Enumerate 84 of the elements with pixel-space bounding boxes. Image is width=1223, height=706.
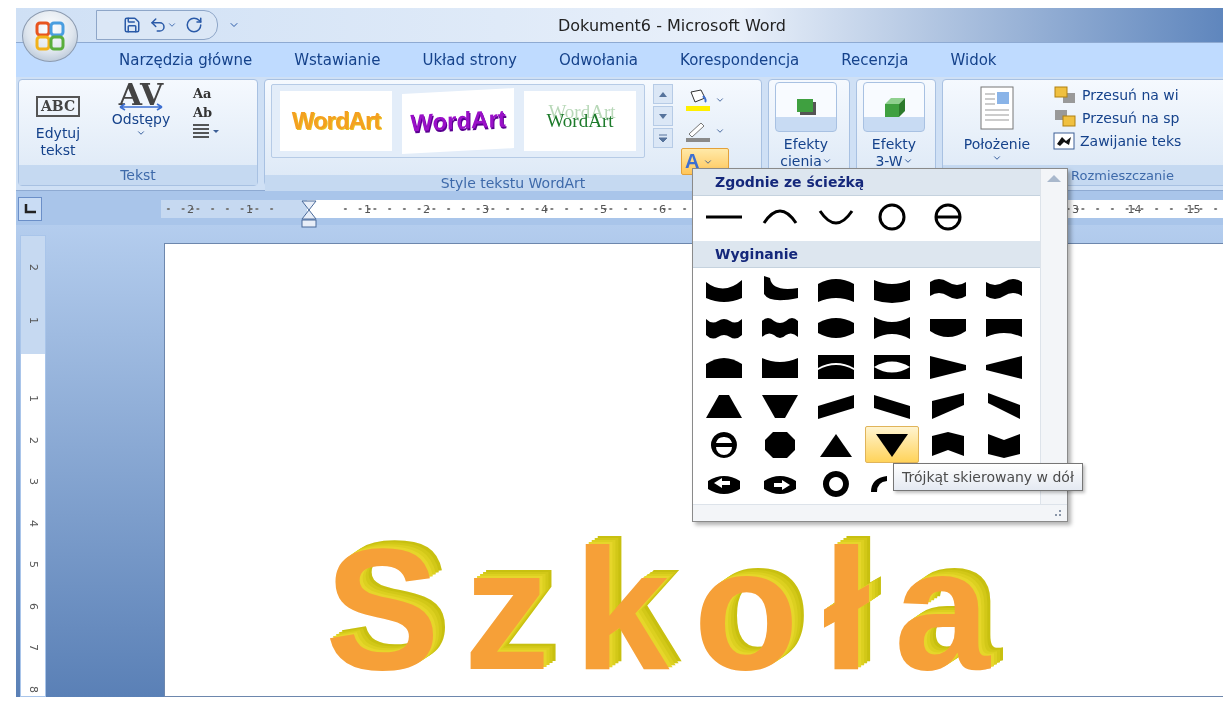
undo-icon	[149, 16, 167, 34]
ruler-number: 1	[362, 202, 373, 216]
ruler-number: 15	[1184, 202, 1203, 216]
ribbon-tab[interactable]: Odwołania	[537, 46, 660, 74]
tab-stop-icon	[24, 204, 36, 214]
caret-icon	[167, 20, 177, 30]
spacing-button[interactable]: AV Odstępy	[99, 84, 183, 140]
edit-text-button[interactable]: ABC Edytuj tekst	[25, 84, 91, 161]
ruler-number: 3	[480, 202, 491, 216]
text-shape-icon	[818, 208, 854, 225]
ruler-number: 8	[26, 685, 40, 693]
resize-grip-icon[interactable]	[1053, 509, 1061, 517]
caret-icon	[992, 153, 1002, 163]
save-icon	[123, 16, 141, 34]
caret-icon	[902, 156, 913, 166]
wordart-style[interactable]: WordArt	[524, 91, 636, 151]
position-button[interactable]: Położenie	[949, 84, 1045, 165]
window-title: Dokument6 - Microsoft Word	[558, 15, 786, 35]
ruler-number: 7	[26, 644, 40, 652]
ruler-number: 2	[185, 202, 196, 216]
edit-text-icon: ABC	[35, 96, 81, 117]
ruler-number: 1	[244, 202, 255, 216]
caret-icon	[136, 128, 146, 138]
wordart-text: Szkoła	[325, 526, 1014, 683]
ribbon-tab[interactable]: Narzędzia główne	[98, 46, 274, 74]
scroll-down-button[interactable]	[653, 106, 673, 126]
ribbon-tab[interactable]: Wstawianie	[273, 46, 402, 74]
align-icon	[193, 124, 221, 138]
ruler-number: 2	[26, 263, 40, 271]
more-button[interactable]	[653, 128, 673, 148]
double-arrow-icon	[119, 103, 163, 111]
ruler-number: 1	[26, 395, 40, 403]
paint-bucket-icon	[685, 88, 711, 112]
send-backward-icon	[1053, 109, 1077, 127]
ribbon-tab[interactable]: Widok	[929, 46, 1018, 74]
group-label: Tekst	[19, 165, 257, 185]
arrange-button[interactable]: Przesuń na sp	[1053, 109, 1182, 127]
office-logo-icon	[35, 21, 65, 51]
ruler-number: 14	[1125, 202, 1144, 216]
caret-icon	[715, 126, 725, 136]
arrange-button[interactable]: Zawijanie teks	[1053, 132, 1182, 150]
ribbon-tab[interactable]: Recenzja	[820, 46, 930, 74]
text-shape-icon	[706, 214, 742, 219]
document-icon	[977, 86, 1017, 130]
bring-forward-icon	[1053, 86, 1077, 104]
ruler-number: 3	[26, 478, 40, 486]
vertical-text-button[interactable]: Ab	[191, 105, 223, 120]
ruler-number: 6	[657, 202, 668, 216]
ruler-number: 5	[26, 561, 40, 569]
ribbon-tab[interactable]: Układ strony	[401, 46, 538, 74]
shape-option[interactable]	[865, 426, 919, 463]
wordart-style[interactable]: WordArt	[402, 88, 514, 154]
save-button[interactable]	[123, 16, 141, 34]
more-icon	[659, 134, 667, 142]
up-icon	[659, 91, 667, 97]
section-header: Wyginanie	[693, 241, 1040, 268]
ribbon-tab[interactable]: Korespondencja	[659, 46, 821, 74]
pencil-icon	[685, 120, 711, 142]
ruler-number: 2	[421, 202, 432, 216]
ruler-number: 4	[539, 202, 550, 216]
caret-icon	[715, 95, 725, 105]
tooltip: Trójkąt skierowany w dół	[893, 463, 1083, 491]
text-shape-icon	[934, 202, 962, 231]
ruler-number: 1	[26, 316, 40, 324]
undo-button[interactable]	[149, 16, 177, 34]
scroll-up-button[interactable]	[653, 84, 673, 104]
section-header: Zgodnie ze ścieżką	[693, 169, 1040, 196]
text-shape-icon	[878, 202, 906, 231]
caret-icon	[821, 156, 832, 166]
down-icon	[659, 113, 667, 119]
ruler-number: 4	[26, 519, 40, 527]
ruler-number: 3	[1070, 202, 1081, 216]
redo-button[interactable]	[185, 16, 203, 34]
text-shape-icon	[870, 474, 888, 493]
text-shape-icon	[762, 208, 798, 225]
ruler-number: 6	[26, 602, 40, 610]
ruler-number: 2	[26, 436, 40, 444]
text-wrap-icon	[1053, 132, 1075, 150]
arrange-button[interactable]: Przesuń na wi	[1053, 86, 1182, 104]
same-height-button[interactable]: Aa	[191, 86, 223, 101]
indent-marker-icon[interactable]	[300, 200, 317, 228]
ruler-number: 5	[598, 202, 609, 216]
redo-icon	[185, 16, 203, 34]
tab-selector[interactable]	[18, 197, 42, 221]
